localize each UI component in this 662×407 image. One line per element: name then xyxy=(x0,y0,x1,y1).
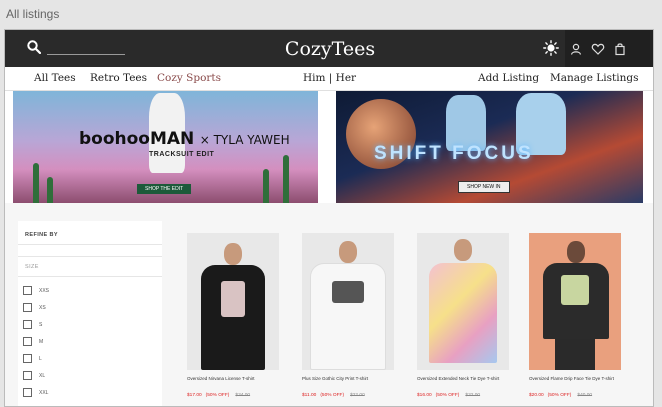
model-head xyxy=(454,239,472,261)
product-title[interactable]: Oversized Nirvana License T-shirt xyxy=(187,376,279,381)
window-title: All listings xyxy=(6,7,60,21)
size-option-label: XS xyxy=(39,304,46,311)
nav-link-manage-listings[interactable]: Manage Listings xyxy=(550,72,638,84)
size-option-label: M xyxy=(39,338,44,345)
price-discount: (50% OFF) xyxy=(205,393,230,398)
cactus-shape xyxy=(263,169,269,203)
product-title[interactable]: Oversized Flame Drip Face Tie Dye T-shir… xyxy=(529,376,621,381)
divider xyxy=(18,244,162,245)
account-icon[interactable] xyxy=(569,42,583,56)
product-title[interactable]: Plus Size Gothic City Print T-shirt xyxy=(302,376,394,381)
price-current: $20.00 xyxy=(529,393,544,398)
main-navigation: All Tees Retro Tees Cozy Sports Him | He… xyxy=(5,67,653,91)
cactus-shape xyxy=(283,155,289,203)
size-option[interactable]: S xyxy=(23,320,42,329)
product-image[interactable] xyxy=(417,233,509,370)
size-option[interactable]: M xyxy=(23,337,43,346)
product-price: $20.00 (50% OFF) $40.00 xyxy=(529,393,592,398)
size-option[interactable]: XL xyxy=(23,371,45,380)
promo-banners: boohooMAN × TYLA YAWEH TRACKSUIT EDIT SH… xyxy=(13,91,645,203)
wishlist-heart-icon[interactable] xyxy=(591,42,605,56)
product-title[interactable]: Oversized Extended Neck Tie Dye T-shirt xyxy=(417,376,509,381)
top-bar: CozyTees xyxy=(5,30,653,67)
model-head xyxy=(567,241,585,263)
nav-link-all-tees[interactable]: All Tees xyxy=(34,72,76,84)
divider xyxy=(18,256,162,257)
product-card[interactable]: Plus Size Gothic City Print T-shirt $11.… xyxy=(302,233,394,406)
size-checkbox[interactable] xyxy=(23,371,32,380)
divider xyxy=(18,276,162,277)
promo-banner-boohooman[interactable]: boohooMAN × TYLA YAWEH TRACKSUIT EDIT SH… xyxy=(13,91,318,203)
theme-toggle-sun-icon[interactable] xyxy=(543,40,559,56)
product-image[interactable] xyxy=(187,233,279,370)
price-discount: (50% OFF) xyxy=(320,393,345,398)
size-checkbox[interactable] xyxy=(23,337,32,346)
product-price: $11.00 (50% OFF) $22.00 xyxy=(302,393,365,398)
size-option[interactable]: XXL xyxy=(23,388,48,397)
shopping-bag-icon[interactable] xyxy=(613,42,627,56)
price-original: $34.00 xyxy=(235,393,251,398)
price-original: $32.00 xyxy=(465,393,481,398)
filter-sidebar: REFINE BY SIZE XXS XS S M L XL XXL xyxy=(18,221,162,406)
size-checkbox[interactable] xyxy=(23,286,32,295)
product-card[interactable]: Oversized Flame Drip Face Tie Dye T-shir… xyxy=(529,233,621,406)
nav-link-add-listing[interactable]: Add Listing xyxy=(478,72,539,84)
tshirt-print xyxy=(221,281,245,317)
price-original: $22.00 xyxy=(350,393,365,398)
model-head xyxy=(224,243,242,265)
listing-area: REFINE BY SIZE XXS XS S M L XL XXL Overs… xyxy=(5,203,653,406)
size-option[interactable]: L xyxy=(23,354,42,363)
tshirt-shape xyxy=(429,263,497,363)
price-current: $17.00 xyxy=(187,393,202,398)
size-option[interactable]: XS xyxy=(23,303,46,312)
price-discount: (50% OFF) xyxy=(435,393,460,398)
size-option-label: XXL xyxy=(39,389,49,396)
nav-link-retro-tees[interactable]: Retro Tees xyxy=(90,72,147,84)
price-current: $16.00 xyxy=(417,393,432,398)
price-discount: (50% OFF) xyxy=(547,393,572,398)
tshirt-print xyxy=(332,281,364,303)
product-card[interactable]: Oversized Nirvana License T-shirt $17.00… xyxy=(187,233,279,406)
size-option-label: S xyxy=(39,321,43,328)
banner-title: SHIFT FOCUS xyxy=(374,143,534,164)
product-price: $17.00 (50% OFF) $34.00 xyxy=(187,393,250,398)
price-original: $40.00 xyxy=(577,393,593,398)
shorts-shape xyxy=(555,339,595,370)
shop-the-edit-button[interactable]: SHOP THE EDIT xyxy=(137,184,192,194)
size-option[interactable]: XXS xyxy=(23,286,49,295)
tshirt-shape xyxy=(310,263,386,370)
nav-link-him-her[interactable]: Him | Her xyxy=(303,72,356,84)
product-image[interactable] xyxy=(529,233,621,370)
banner-brand-text: boohooMAN × TYLA YAWEH xyxy=(79,129,290,149)
product-price: $16.00 (50% OFF) $32.00 xyxy=(417,393,480,398)
promo-banner-shift-focus[interactable]: SHIFT FOCUS SHOP NEW IN xyxy=(336,91,643,203)
banner-brand: boohooMAN xyxy=(79,129,195,149)
product-card[interactable]: Oversized Extended Neck Tie Dye T-shirt … xyxy=(417,233,509,406)
banner-subtitle: TRACKSUIT EDIT xyxy=(149,151,215,158)
size-option-label: XXS xyxy=(39,287,50,294)
size-filter-label: SIZE xyxy=(25,264,39,270)
size-checkbox[interactable] xyxy=(23,388,32,397)
size-checkbox[interactable] xyxy=(23,303,32,312)
cactus-shape xyxy=(33,163,39,203)
shop-new-in-button[interactable]: SHOP NEW IN xyxy=(458,181,510,193)
banner-collab: × TYLA YAWEH xyxy=(199,133,290,147)
size-checkbox[interactable] xyxy=(23,320,32,329)
size-option-label: XL xyxy=(39,372,46,379)
size-option-label: L xyxy=(39,355,42,362)
cactus-shape xyxy=(47,177,53,203)
price-current: $11.00 xyxy=(302,393,317,398)
product-image[interactable] xyxy=(302,233,394,370)
size-checkbox[interactable] xyxy=(23,354,32,363)
header-actions xyxy=(565,30,653,67)
nav-link-cozy-sports[interactable]: Cozy Sports xyxy=(157,72,221,84)
model-head xyxy=(339,241,357,263)
tshirt-print xyxy=(561,275,589,305)
refine-heading: REFINE BY xyxy=(25,232,58,238)
app-frame: CozyTees All Tees Retro Tees Cozy Sports… xyxy=(4,29,654,407)
